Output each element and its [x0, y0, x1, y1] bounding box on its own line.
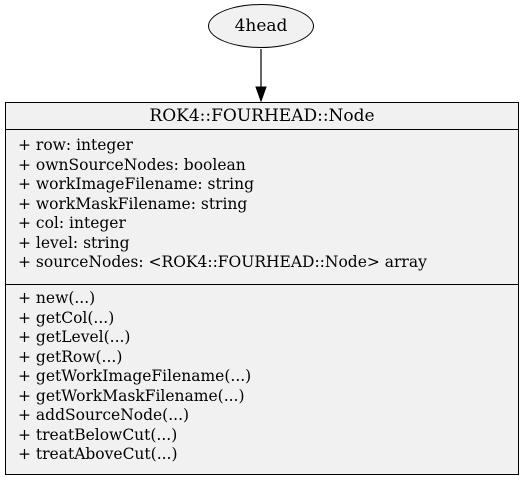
operation-treat-below-cut: + treatBelowCut(...)	[18, 425, 178, 444]
operation-treat-above-cut: + treatAboveCut(...)	[18, 445, 178, 463]
operation-get-level: + getLevel(...)	[18, 328, 131, 346]
parent-node-label: 4head	[234, 16, 288, 36]
attribute-level: + level: string	[18, 233, 130, 252]
class-node: ROK4::FOURHEAD::Node + row: integer + ow…	[5, 102, 519, 475]
parent-node-4head: 4head	[208, 4, 314, 48]
attribute-work-mask-filename: + workMaskFilename: string	[18, 194, 248, 213]
attribute-col: + col: integer	[18, 214, 126, 232]
operations-section: + new(...) + getCol(...) + getLevel(...)…	[6, 285, 518, 465]
attributes-section: + row: integer + ownSourceNodes: boolean…	[6, 130, 518, 285]
operation-new: + new(...)	[18, 289, 96, 307]
operation-get-row: + getRow(...)	[18, 347, 123, 366]
class-title: ROK4::FOURHEAD::Node	[6, 103, 518, 130]
attribute-own-source-nodes: + ownSourceNodes: boolean	[18, 155, 246, 174]
arrowhead-icon	[255, 86, 267, 103]
operation-add-source-node: + addSourceNode(...)	[18, 406, 190, 424]
diagram-canvas: 4head ROK4::FOURHEAD::Node + row: intege…	[0, 0, 524, 480]
operation-get-work-mask-filename: + getWorkMaskFilename(...)	[18, 386, 245, 405]
operation-get-col: + getCol(...)	[18, 308, 115, 327]
attribute-row: + row: integer	[18, 136, 133, 154]
class-title-text: ROK4::FOURHEAD::Node	[149, 106, 375, 126]
operation-get-work-image-filename: + getWorkImageFilename(...)	[18, 367, 252, 385]
attribute-work-image-filename: + workImageFilename: string	[18, 175, 255, 193]
attribute-source-nodes: + sourceNodes: <ROK4::FOURHEAD::Node> ar…	[18, 253, 427, 271]
